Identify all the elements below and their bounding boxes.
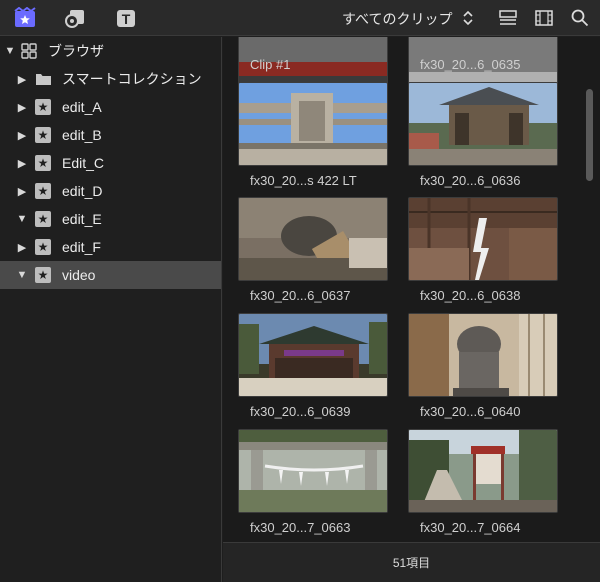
folder-icon (34, 71, 52, 87)
sidebar-item-label: スマートコレクション (62, 71, 202, 87)
photos-audio-icon[interactable] (63, 6, 87, 30)
star-event-icon: ★ (34, 155, 52, 171)
sidebar-item-edit-f[interactable]: ▶ ★ edit_F (0, 233, 221, 261)
clip-thumbnail[interactable] (238, 313, 388, 397)
clip-label: fx30_20...6_0638 (420, 288, 521, 303)
browser-footer: 51項目 (223, 542, 600, 582)
clip-label: fx30_20...6_0635 (420, 57, 521, 72)
clip-thumbnail[interactable] (408, 429, 558, 513)
star-event-icon: ★ (34, 211, 52, 227)
titles-generators-icon[interactable]: T (114, 6, 138, 30)
sidebar-item-edit-b[interactable]: ▶ ★ edit_B (0, 121, 221, 149)
sidebar-item-edit-e[interactable]: ▼ ★ edit_E (0, 205, 221, 233)
clip-item[interactable] (238, 82, 388, 166)
sidebar-item-label: edit_B (62, 127, 102, 143)
clip-thumbnail[interactable] (408, 82, 558, 166)
disclosure-collapsed-icon[interactable]: ▶ (16, 241, 28, 254)
disclosure-collapsed-icon[interactable]: ▶ (16, 185, 28, 198)
clip-item[interactable] (238, 197, 388, 281)
disclosure-collapsed-icon[interactable]: ▶ (16, 129, 28, 142)
clip-item[interactable] (238, 429, 388, 513)
clip-label: fx30_20...7_0664 (420, 520, 521, 535)
disclosure-collapsed-icon[interactable]: ▶ (16, 73, 28, 86)
clip-item[interactable] (408, 82, 558, 166)
disclosure-collapsed-icon[interactable]: ▶ (16, 101, 28, 114)
toolbar: T すべてのクリップ (0, 0, 600, 36)
clip-label: Clip #1 (250, 57, 291, 72)
clip-browser: Clip #1 fx30_20...6_0635 fx30_20...s 422… (223, 37, 600, 542)
clip-label: fx30_20...6_0640 (420, 404, 521, 419)
sidebar-item-video[interactable]: ▼ ★ video (0, 261, 221, 289)
sidebar-item-label: edit_D (62, 183, 103, 199)
clip-thumbnail[interactable] (238, 82, 388, 166)
search-icon[interactable] (568, 6, 592, 30)
star-event-icon: ★ (34, 99, 52, 115)
sidebar-item-label: ブラウザ (48, 43, 104, 59)
sidebar-item-smart-collections[interactable]: ▶ スマートコレクション (0, 65, 221, 93)
sidebar-item-edit-a[interactable]: ▶ ★ edit_A (0, 93, 221, 121)
vertical-scrollbar[interactable] (586, 89, 593, 181)
svg-text:T: T (122, 11, 131, 27)
clip-thumbnail[interactable] (408, 313, 558, 397)
sidebar-item-label: edit_A (62, 99, 102, 115)
star-event-icon: ★ (34, 267, 52, 283)
clip-item[interactable] (408, 197, 558, 281)
sidebar-item-browser[interactable]: ▼ ブラウザ (0, 37, 221, 65)
clip-thumbnail[interactable] (238, 429, 388, 513)
clip-label: fx30_20...s 422 LT (250, 173, 357, 188)
clip-label: fx30_20...6_0636 (420, 173, 521, 188)
clip-thumbnail[interactable] (238, 197, 388, 281)
clip-thumbnail[interactable] (408, 197, 558, 281)
item-count: 51項目 (392, 556, 431, 570)
clip-label: fx30_20...7_0663 (250, 520, 351, 535)
disclosure-expanded-icon[interactable]: ▼ (4, 45, 16, 57)
sidebar-item-label: video (62, 267, 96, 283)
libraries-icon[interactable] (13, 6, 37, 30)
clip-item[interactable] (408, 429, 558, 513)
clip-label: fx30_20...6_0637 (250, 288, 351, 303)
updown-chevron-icon[interactable] (461, 6, 475, 30)
clip-item[interactable] (408, 313, 558, 397)
sidebar-item-label: edit_F (62, 239, 101, 255)
star-event-icon: ★ (34, 183, 52, 199)
clip-label: fx30_20...6_0639 (250, 404, 351, 419)
sidebar-item-edit-d[interactable]: ▶ ★ edit_D (0, 177, 221, 205)
sidebar-item-edit-c[interactable]: ▶ ★ Edit_C (0, 149, 221, 177)
disclosure-expanded-icon[interactable]: ▼ (16, 269, 28, 281)
disclosure-collapsed-icon[interactable]: ▶ (16, 157, 28, 170)
grid-icon (20, 43, 38, 59)
sidebar-item-label: edit_E (62, 211, 102, 227)
clip-filter-label[interactable]: すべてのクリップ (342, 9, 452, 29)
star-event-icon: ★ (34, 239, 52, 255)
list-view-icon[interactable] (496, 6, 520, 30)
star-event-icon: ★ (34, 127, 52, 143)
filmstrip-icon[interactable] (532, 6, 556, 30)
disclosure-expanded-icon[interactable]: ▼ (16, 213, 28, 225)
browser-sidebar: ▼ ブラウザ ▶ スマートコレクション ▶ ★ edit_A ▶ ★ edit_… (0, 37, 222, 582)
sidebar-item-label: Edit_C (62, 155, 105, 171)
clip-item[interactable] (238, 313, 388, 397)
